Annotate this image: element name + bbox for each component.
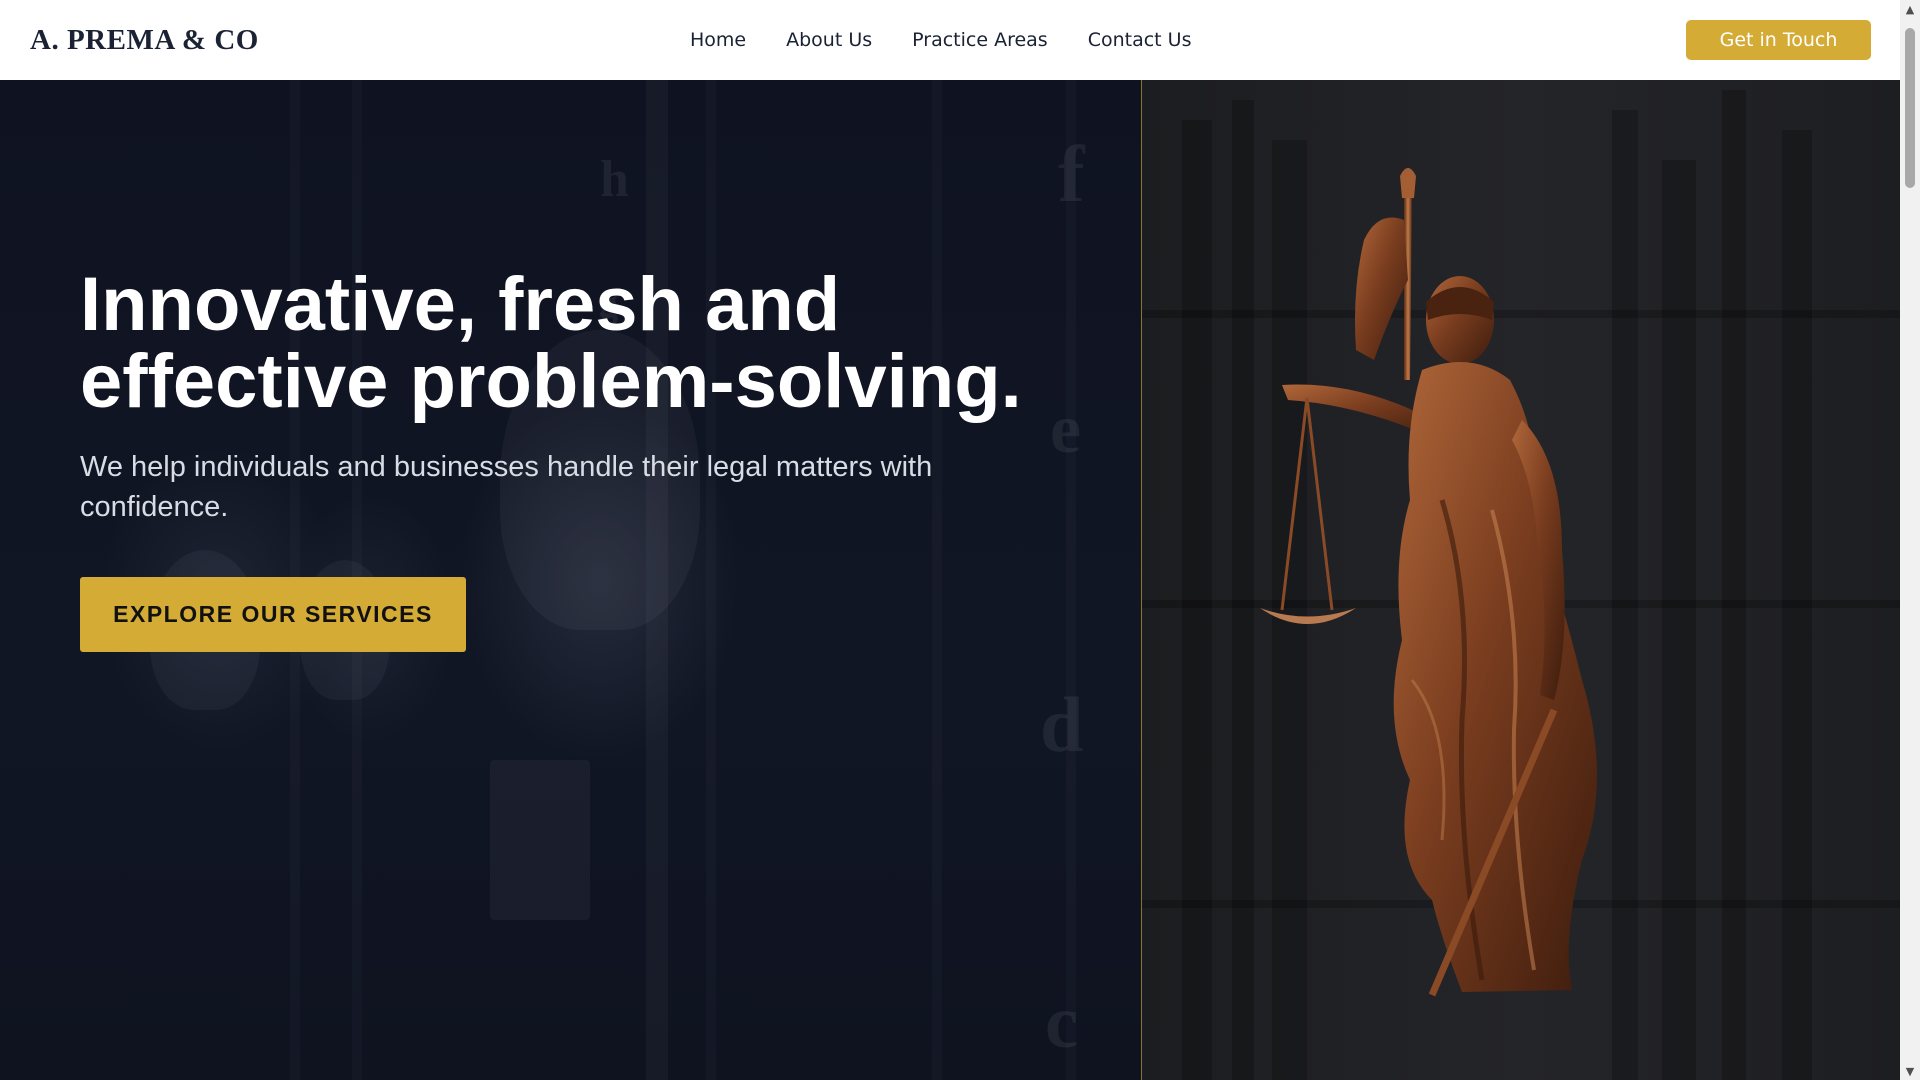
scroll-thumb[interactable] bbox=[1905, 28, 1915, 188]
nav-practice-areas[interactable]: Practice Areas bbox=[912, 29, 1048, 51]
ghost-letter-c: c bbox=[1045, 981, 1079, 1064]
site-header: A. PREMA & CO Home About Us Practice Are… bbox=[0, 0, 1900, 80]
hero-title: Innovative, fresh and effective problem-… bbox=[80, 266, 1080, 420]
hero-title-line-1: Innovative, fresh and bbox=[80, 262, 841, 347]
scroll-up-arrow-icon[interactable]: ▲ bbox=[1900, 0, 1920, 18]
main-nav: Home About Us Practice Areas Contact Us bbox=[690, 0, 1191, 80]
lady-justice-statue bbox=[1260, 168, 1597, 997]
hero-title-line-2: effective problem-solving. bbox=[80, 339, 1022, 424]
hero-image-panel bbox=[1142, 80, 1900, 1080]
scroll-down-arrow-icon[interactable]: ▼ bbox=[1900, 1062, 1920, 1080]
hero-subtitle: We help individuals and businesses handl… bbox=[80, 451, 933, 523]
page-scrollbar[interactable]: ▲ ▼ bbox=[1900, 0, 1920, 1080]
page: A. PREMA & CO Home About Us Practice Are… bbox=[0, 0, 1920, 1080]
site-logo[interactable]: A. PREMA & CO bbox=[30, 24, 259, 57]
nav-about-us[interactable]: About Us bbox=[786, 29, 872, 51]
ghost-letter-d: d bbox=[1040, 681, 1084, 768]
ghost-letter-h: h bbox=[600, 151, 629, 208]
nav-home[interactable]: Home bbox=[690, 29, 746, 51]
nav-contact-us[interactable]: Contact Us bbox=[1088, 29, 1192, 51]
ghost-letter-f: f bbox=[1058, 131, 1085, 219]
get-in-touch-button[interactable]: Get in Touch bbox=[1686, 20, 1871, 60]
explore-services-button[interactable]: EXPLORE OUR SERVICES bbox=[80, 577, 466, 652]
